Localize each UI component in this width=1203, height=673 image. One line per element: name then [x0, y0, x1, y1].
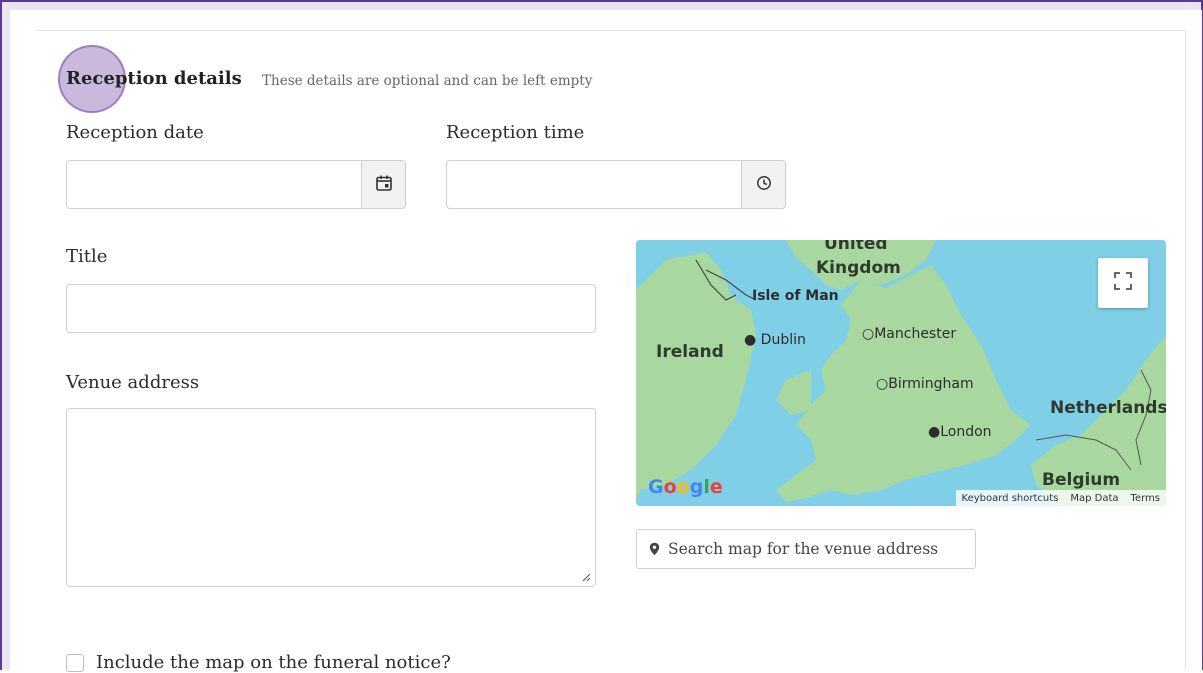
map-label-manchester: ○Manchester: [862, 326, 957, 342]
map-label-ireland: Ireland: [656, 342, 724, 362]
search-map-button-label: Search map for the venue address: [668, 540, 939, 558]
reception-date-label: Reception date: [66, 122, 204, 143]
title-label: Title: [66, 246, 108, 267]
section-title: Reception details: [66, 68, 242, 89]
fullscreen-icon: [1113, 271, 1133, 295]
time-picker-button[interactable]: [741, 161, 785, 208]
map-label-belgium: Belgium: [1042, 470, 1121, 490]
map-label-kingdom: Kingdom: [816, 258, 901, 278]
map-pin-icon: [649, 542, 660, 556]
search-map-button[interactable]: Search map for the venue address: [636, 529, 976, 569]
map-label-isle-of-man: Isle of Man: [752, 288, 839, 304]
terms-link[interactable]: Terms: [1125, 493, 1166, 504]
include-map-checkbox[interactable]: [66, 654, 84, 672]
map-data-link[interactable]: Map Data: [1064, 493, 1124, 504]
map-label-dublin: ● Dublin: [744, 332, 806, 348]
venue-map[interactable]: United Kingdom Isle of Man Ireland ● Dub…: [636, 240, 1166, 506]
card-right-border: [1185, 30, 1186, 670]
title-input[interactable]: [66, 284, 596, 333]
map-label-united: United: [824, 240, 888, 254]
venue-address-textarea[interactable]: [66, 408, 596, 587]
map-footer: Keyboard shortcuts Map Data Terms: [955, 490, 1166, 506]
map-fullscreen-button[interactable]: [1098, 258, 1148, 308]
map-tiles: [636, 240, 1166, 506]
section-hint: These details are optional and can be le…: [262, 73, 593, 89]
map-label-london: ●London: [928, 424, 992, 440]
clock-icon: [756, 175, 772, 195]
date-picker-button[interactable]: [361, 161, 405, 208]
keyboard-shortcuts-link[interactable]: Keyboard shortcuts: [956, 493, 1065, 504]
card-top-border: [36, 30, 1186, 31]
reception-time-label: Reception time: [446, 122, 585, 143]
resize-grip-icon[interactable]: [581, 572, 591, 582]
reception-time-input[interactable]: [446, 160, 786, 209]
map-label-netherlands: Netherlands: [1050, 398, 1166, 418]
google-logo: Google: [648, 476, 723, 498]
map-label-birmingham: ○Birmingham: [876, 376, 974, 392]
reception-date-input[interactable]: [66, 160, 406, 209]
venue-address-label: Venue address: [66, 372, 200, 393]
calendar-icon: [375, 174, 393, 196]
